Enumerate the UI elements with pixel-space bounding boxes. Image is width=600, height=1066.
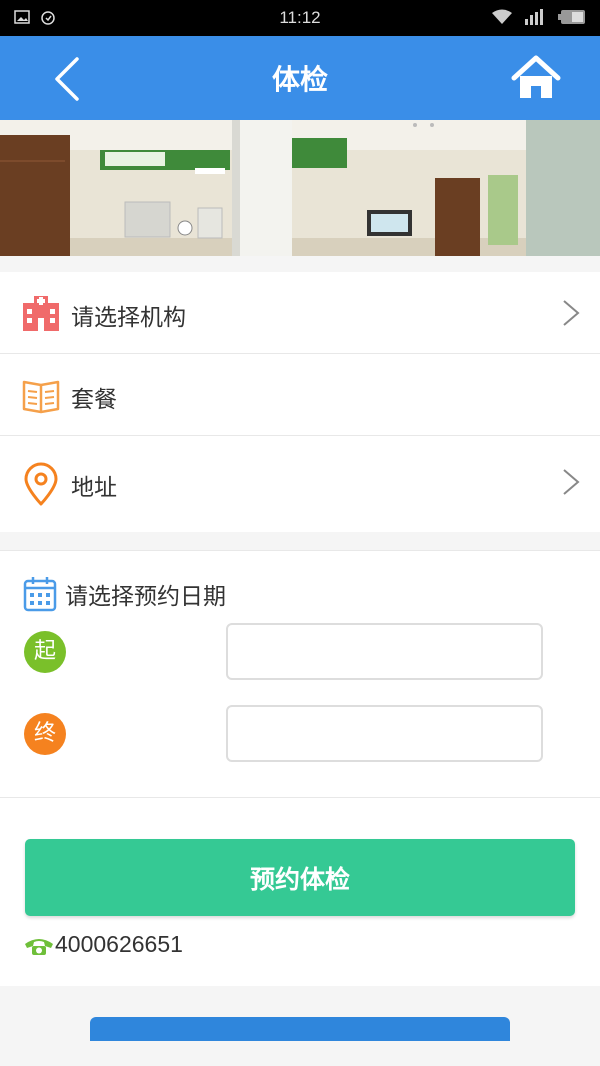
status-right-icons [492, 9, 586, 25]
phone-icon[interactable] [24, 936, 54, 956]
hospital-icon [23, 296, 59, 331]
chevron-right-icon [563, 300, 580, 326]
nurse-station-illustration [0, 120, 600, 256]
bottom-partial-button[interactable] [90, 1017, 510, 1041]
menu-row-institution[interactable]: 请选择机构 [0, 272, 600, 354]
location-pin-icon [24, 462, 58, 506]
status-bar: 11:12 [0, 0, 600, 36]
calendar-icon [23, 577, 57, 612]
book-icon [22, 380, 60, 414]
book-exam-button[interactable]: 预约体检 [25, 839, 575, 916]
selection-card: 请选择机构 套餐 地址 [0, 272, 600, 532]
menu-label-package: 套餐 [71, 387, 117, 413]
signal-icon [525, 9, 543, 25]
date-selection-card: 请选择预约日期 起 终 [0, 550, 600, 798]
menu-row-package[interactable]: 套餐 [0, 354, 600, 436]
start-date-input[interactable] [226, 623, 543, 680]
end-date-input[interactable] [226, 705, 543, 762]
battery-icon [558, 10, 585, 24]
date-section-label: 请选择预约日期 [65, 584, 226, 610]
banner-image [0, 120, 600, 256]
menu-label-institution: 请选择机构 [71, 305, 186, 331]
start-date-badge: 起 [24, 631, 66, 673]
action-card: 预约体检 4000626651 [0, 798, 600, 986]
menu-row-address[interactable]: 地址 [0, 436, 600, 532]
home-icon[interactable] [510, 54, 562, 104]
chevron-right-icon [563, 469, 580, 495]
phone-number[interactable]: 4000626651 [55, 931, 183, 958]
menu-label-address: 地址 [71, 475, 117, 501]
end-date-badge: 终 [24, 713, 66, 755]
wifi-icon [492, 9, 512, 24]
app-header: 体检 [0, 36, 600, 120]
